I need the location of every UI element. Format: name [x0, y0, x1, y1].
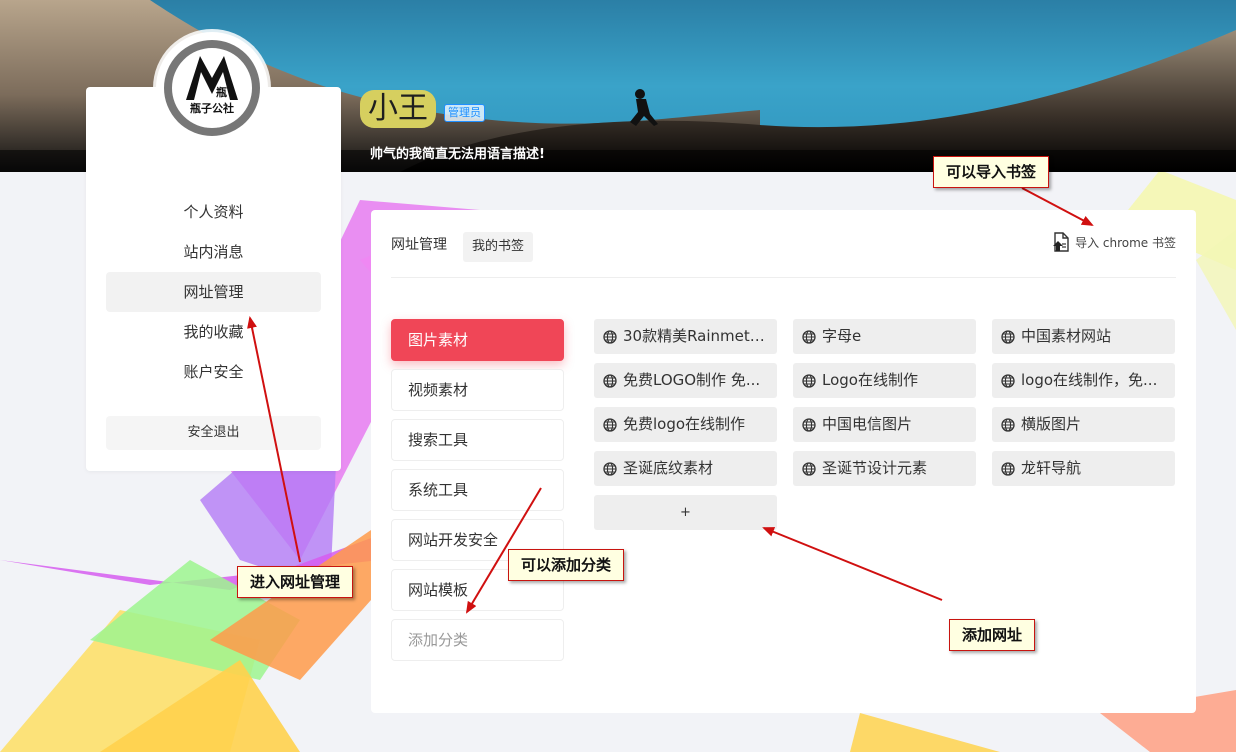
globe-icon [1001, 417, 1015, 432]
logo-char: 瓶 [216, 85, 227, 99]
globe-icon [1001, 329, 1015, 344]
divider [391, 277, 1176, 278]
globe-icon [1001, 461, 1015, 476]
link-item[interactable]: Logo在线制作 [793, 363, 976, 398]
sidebar-item-favorites[interactable]: 我的收藏 [106, 312, 321, 352]
link-item[interactable]: 免费LOGO制作 免... [594, 363, 777, 398]
logout-button[interactable]: 安全退出 [106, 416, 321, 450]
add-link-button[interactable]: + [594, 495, 777, 530]
link-label: logo在线制作，免... [1021, 371, 1158, 389]
link-grid: 30款精美Rainmeter... 字母e 中国素材网站 免费LOGO制作 免.… [594, 319, 1176, 530]
link-label: 30款精美Rainmeter... [623, 327, 769, 345]
link-label: 圣诞底纹素材 [623, 459, 714, 477]
role-badge: 管理员 [444, 104, 485, 122]
sidebar-item-profile[interactable]: 个人资料 [106, 192, 321, 232]
link-label: 中国素材网站 [1021, 327, 1112, 345]
globe-icon [603, 461, 617, 476]
link-item[interactable]: 字母e [793, 319, 976, 354]
globe-icon [603, 373, 617, 388]
category-item[interactable]: 搜索工具 [391, 419, 564, 461]
link-label: 横版图片 [1021, 415, 1082, 433]
globe-icon [603, 417, 617, 432]
brand-logo-icon: 瓶 瓶子公社 [162, 38, 262, 138]
category-item[interactable]: 系统工具 [391, 469, 564, 511]
link-item[interactable]: 中国素材网站 [992, 319, 1175, 354]
sidebar-item-url-management[interactable]: 网址管理 [106, 272, 321, 312]
sidebar-item-messages[interactable]: 站内消息 [106, 232, 321, 272]
link-label: Logo在线制作 [822, 371, 918, 389]
annotation-add-category: 可以添加分类 [508, 549, 625, 581]
main-panel: 网址管理 我的书签 导入 chrome 书签 图片素材 视频素材 搜索工具 系统… [371, 210, 1196, 713]
link-label: 龙轩导航 [1021, 459, 1082, 477]
file-upload-icon [1053, 232, 1069, 252]
globe-icon [1001, 373, 1015, 388]
globe-icon [802, 373, 816, 388]
link-label: 免费LOGO制作 免... [623, 371, 761, 389]
sidebar-menu: 个人资料 站内消息 网址管理 我的收藏 账户安全 [106, 192, 321, 392]
link-item[interactable]: 免费logo在线制作 [594, 407, 777, 442]
annotation-import: 可以导入书签 [933, 156, 1050, 188]
globe-icon [603, 329, 617, 344]
link-label: 中国电信图片 [822, 415, 913, 433]
sidebar-item-account-security[interactable]: 账户安全 [106, 352, 321, 392]
link-item[interactable]: 30款精美Rainmeter... [594, 319, 777, 354]
link-item[interactable]: logo在线制作，免... [992, 363, 1175, 398]
link-item[interactable]: 圣诞节设计元素 [793, 451, 976, 486]
globe-icon [802, 417, 816, 432]
page-title: 网址管理 [391, 237, 447, 253]
import-chrome-bookmarks-button[interactable]: 导入 chrome 书签 [1052, 232, 1176, 252]
link-label: 圣诞节设计元素 [822, 459, 928, 477]
globe-icon [802, 329, 816, 344]
category-item[interactable]: 图片素材 [391, 319, 564, 361]
avatar[interactable]: 瓶 瓶子公社 [156, 32, 268, 144]
link-item[interactable]: 龙轩导航 [992, 451, 1175, 486]
globe-icon [802, 461, 816, 476]
link-label: 免费logo在线制作 [623, 415, 746, 433]
annotation-add-link: 添加网址 [949, 619, 1036, 651]
tab-my-bookmarks[interactable]: 我的书签 [463, 232, 534, 262]
add-category-button[interactable]: 添加分类 [391, 619, 564, 661]
link-item[interactable]: 中国电信图片 [793, 407, 976, 442]
user-bio: 帅气的我简直无法用语言描述! [370, 147, 545, 162]
link-item[interactable]: 横版图片 [992, 407, 1175, 442]
import-label: 导入 chrome 书签 [1075, 235, 1176, 250]
link-label: 字母e [822, 327, 862, 345]
user-name: 小王 [360, 90, 436, 128]
link-item[interactable]: 圣诞底纹素材 [594, 451, 777, 486]
annotation-manage: 进入网址管理 [237, 566, 354, 598]
category-list: 图片素材 视频素材 搜索工具 系统工具 网站开发安全 网站模板 添加分类 [391, 319, 564, 669]
sidebar-card: 个人资料 站内消息 网址管理 我的收藏 账户安全 安全退出 [86, 87, 341, 471]
logo-title: 瓶子公社 [190, 101, 234, 115]
category-item[interactable]: 视频素材 [391, 369, 564, 411]
